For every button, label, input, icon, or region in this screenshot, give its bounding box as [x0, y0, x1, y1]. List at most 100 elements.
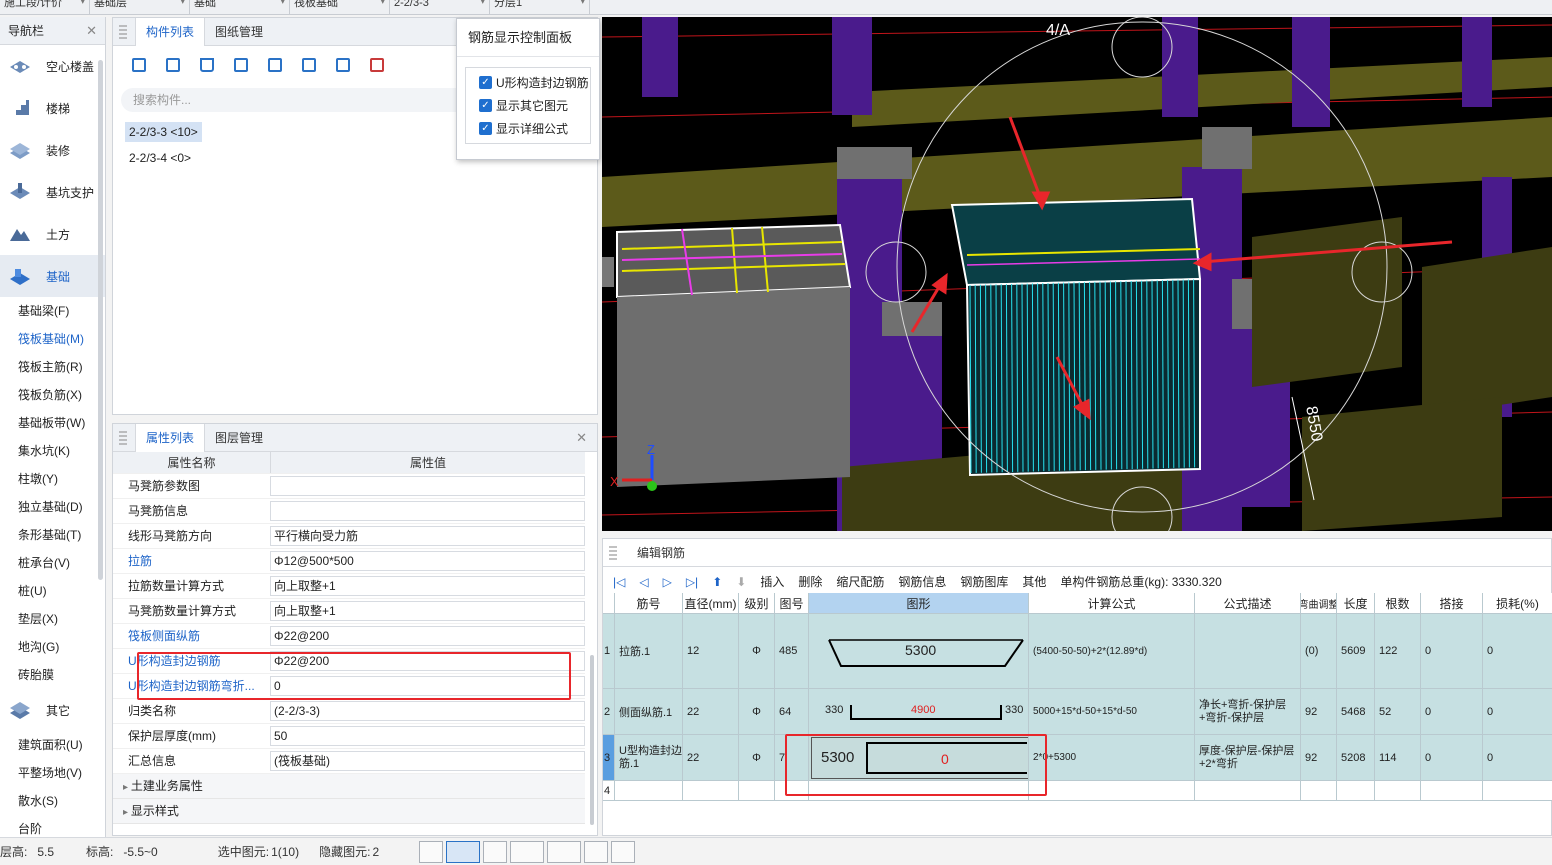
property-value[interactable]: Φ12@500*500: [270, 551, 585, 571]
cell-formula[interactable]: [1029, 781, 1195, 801]
nav-scrollbar[interactable]: [98, 60, 103, 580]
collapse-handle[interactable]: [602, 257, 614, 287]
cell-length[interactable]: [1337, 781, 1375, 801]
move-down-icon[interactable]: ⬇: [736, 575, 746, 589]
cell-shape[interactable]: 5300: [809, 614, 1029, 689]
nav-sub-sump[interactable]: 集水坑(K): [0, 437, 105, 465]
nav-sub-trench[interactable]: 地沟(G): [0, 633, 105, 661]
insert-button[interactable]: 插入: [760, 573, 784, 590]
cell-fig-no[interactable]: 64: [775, 689, 809, 735]
cell-formula[interactable]: (5400-50-50)+2*(12.89*d): [1029, 614, 1195, 689]
cell-count[interactable]: [1375, 781, 1421, 801]
delete-icon[interactable]: [193, 54, 221, 76]
category-select[interactable]: 基础: [190, 0, 290, 15]
nav-item-other[interactable]: 其它: [0, 689, 105, 731]
layer-copy-icon[interactable]: [261, 54, 289, 76]
nav-sub-raft-neg-rebar[interactable]: 筏板负筋(X): [0, 381, 105, 409]
nav-sub-raft-foundation[interactable]: 筏板基础(M): [0, 325, 105, 353]
cell-grade[interactable]: Φ: [739, 735, 775, 781]
new-component-icon[interactable]: [125, 54, 153, 76]
move-up-icon[interactable]: ⬆: [712, 575, 722, 589]
cell-desc[interactable]: [1195, 781, 1301, 801]
arc-icon[interactable]: [611, 840, 636, 863]
property-value[interactable]: 向上取整+1: [270, 576, 585, 596]
cell-desc[interactable]: 净长+弯折-保护层+弯折-保护层: [1195, 689, 1301, 735]
cell-bend-adj[interactable]: (0): [1301, 614, 1337, 689]
cell-shape[interactable]: 330 4900 330: [809, 689, 1029, 735]
cell-bend-adj[interactable]: [1301, 781, 1337, 801]
nav-item-stairs[interactable]: 楼梯: [0, 87, 105, 129]
property-value[interactable]: (2-2/3-3): [270, 701, 585, 721]
cell-desc[interactable]: [1195, 614, 1301, 689]
filter-icon[interactable]: [363, 54, 391, 76]
component-item[interactable]: 2-2/3-3 <10>: [125, 122, 202, 142]
offset-icon[interactable]: [547, 840, 582, 863]
property-value[interactable]: 平行横向受力筋: [270, 526, 585, 546]
nav-sub-building-area[interactable]: 建筑面积(U): [0, 731, 105, 759]
table-row[interactable]: 2 侧面纵筋.1 22 Φ 64 330 4900 330 5000+15*d-…: [603, 689, 1552, 735]
checkbox-checked-icon[interactable]: ✓: [479, 99, 492, 112]
cell-desc[interactable]: 厚度-保护层-保护层+2*弯折: [1195, 735, 1301, 781]
nav-item-decoration[interactable]: 装修: [0, 129, 105, 171]
nav-item-foundation[interactable]: 基础: [0, 255, 105, 297]
cell-loss[interactable]: [1483, 781, 1552, 801]
screenshot-icon[interactable]: [584, 840, 609, 863]
tab-layer-management[interactable]: 图层管理: [205, 424, 273, 451]
scale-rebar-button[interactable]: 缩尺配筋: [836, 573, 884, 590]
property-value[interactable]: [270, 476, 585, 496]
nav-sub-raft-main-rebar[interactable]: 筏板主筋(R): [0, 353, 105, 381]
grip-icon[interactable]: [609, 546, 617, 560]
cell-diameter[interactable]: 12: [683, 614, 739, 689]
component-item[interactable]: 2-2/3-4 <0>: [125, 148, 195, 168]
group-display-style[interactable]: 显示样式: [113, 799, 585, 824]
property-value[interactable]: 向上取整+1: [270, 601, 585, 621]
cell-lap[interactable]: 0: [1421, 735, 1483, 781]
cell-bar-no[interactable]: 侧面纵筋.1: [615, 689, 683, 735]
tab-property-list[interactable]: 属性列表: [135, 424, 206, 452]
property-value[interactable]: (筏板基础): [270, 751, 585, 771]
cell-diameter[interactable]: [683, 781, 739, 801]
cell-count[interactable]: 52: [1375, 689, 1421, 735]
cell-length[interactable]: 5208: [1337, 735, 1375, 781]
checkbox-checked-icon[interactable]: ✓: [479, 122, 492, 135]
nav-sub-cushion[interactable]: 垫层(X): [0, 605, 105, 633]
cell-length[interactable]: 5609: [1337, 614, 1375, 689]
cell-lap[interactable]: 0: [1421, 614, 1483, 689]
group-civil-attributes[interactable]: 土建业务属性: [113, 774, 585, 799]
duplicate-icon[interactable]: [227, 54, 255, 76]
cell-diameter[interactable]: 22: [683, 735, 739, 781]
checkbox-checked-icon[interactable]: ✓: [479, 76, 492, 89]
cell-lap[interactable]: [1421, 781, 1483, 801]
nav-sub-site-leveling[interactable]: 平整场地(V): [0, 759, 105, 787]
copy-icon[interactable]: [159, 54, 187, 76]
nav-sub-slab-strip[interactable]: 基础板带(W): [0, 409, 105, 437]
tab-drawing-management[interactable]: 图纸管理: [205, 18, 273, 45]
cell-formula[interactable]: 5000+15*d-50+15*d-50: [1029, 689, 1195, 735]
cell-loss[interactable]: 0: [1483, 689, 1552, 735]
save-template-icon[interactable]: [295, 54, 323, 76]
prev-record-icon[interactable]: ◁: [639, 575, 648, 589]
nav-sub-strip-foundation[interactable]: 条形基础(T): [0, 521, 105, 549]
property-value[interactable]: [270, 501, 585, 521]
cell-bar-no[interactable]: 拉筋.1: [615, 614, 683, 689]
next-record-icon[interactable]: ▷: [663, 575, 672, 589]
option-u-edge-rebar[interactable]: ✓ U形构造封边钢筋: [466, 71, 590, 94]
cell-grade[interactable]: Φ: [739, 689, 775, 735]
cell-diameter[interactable]: 22: [683, 689, 739, 735]
close-icon[interactable]: ✕: [576, 430, 587, 446]
ortho-snap-icon[interactable]: [419, 840, 444, 863]
nav-item-hollow-floor[interactable]: 空心楼盖: [0, 45, 105, 87]
property-scrollbar[interactable]: [590, 655, 594, 825]
select-mode-icon[interactable]: [446, 840, 481, 863]
cell-bar-no[interactable]: [615, 781, 683, 801]
cell-bend-adj[interactable]: 92: [1301, 735, 1337, 781]
nav-item-earthwork[interactable]: 土方: [0, 213, 105, 255]
grip-icon[interactable]: [119, 431, 127, 445]
cell-grade[interactable]: [739, 781, 775, 801]
table-row[interactable]: 4: [603, 781, 1552, 801]
angle-icon[interactable]: [510, 840, 545, 863]
nav-sub-apron[interactable]: 散水(S): [0, 787, 105, 815]
3d-viewport[interactable]: 4/A 8550 Z X: [602, 17, 1552, 531]
type-select[interactable]: 筏板基础: [290, 0, 390, 15]
option-show-other-elements[interactable]: ✓ 显示其它图元: [466, 94, 590, 117]
